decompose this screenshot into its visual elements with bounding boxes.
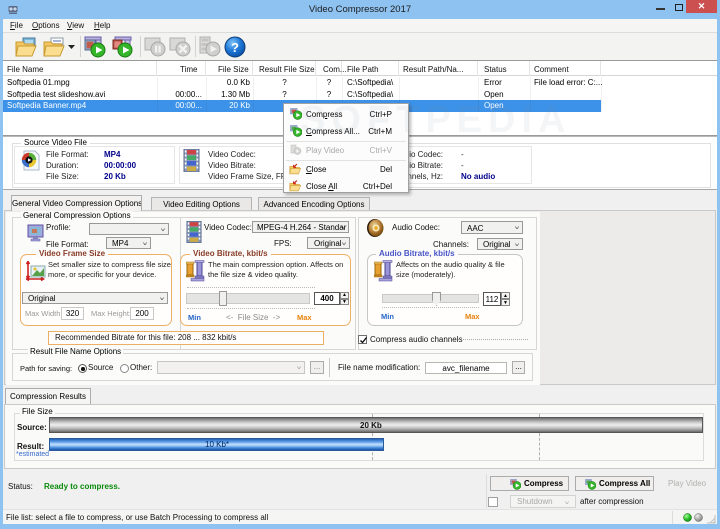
svg-text:?: ? — [231, 40, 239, 55]
